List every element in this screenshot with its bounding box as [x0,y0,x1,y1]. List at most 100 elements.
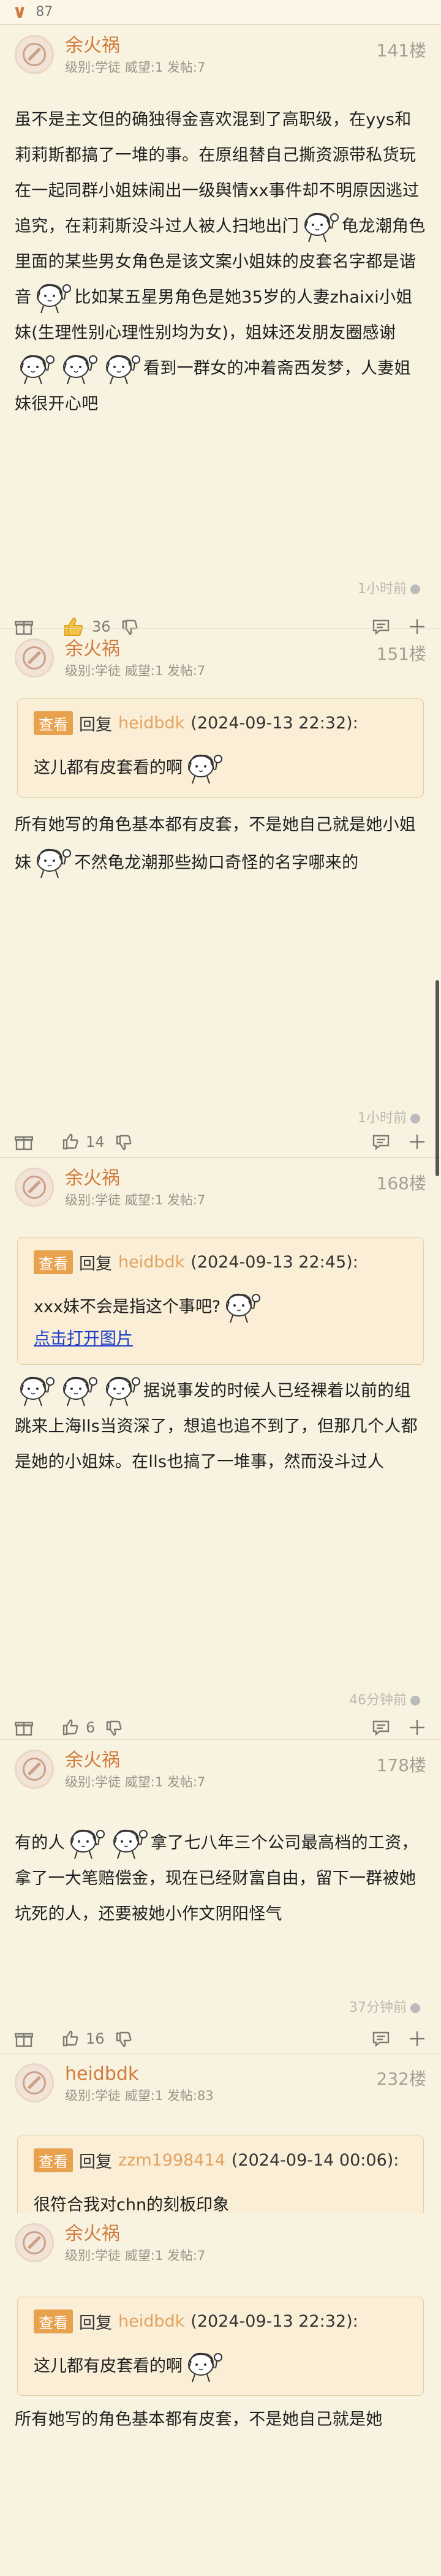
open-image-link[interactable]: 点击打开图片 [34,1325,407,1353]
thumbs-up-icon [62,1133,78,1150]
author-meta: 级别:学徒 威望:1 发帖:7 [65,663,206,678]
thumbs-up-icon [62,1719,78,1736]
scrollbar[interactable] [435,980,439,1176]
post-168: 余火祸 级别:学徒 威望:1 发帖:7 168楼 查看 回复 heidbdk (… [0,1157,441,1739]
sticker-emoji [300,210,341,244]
gift-icon[interactable] [15,1133,33,1151]
gift-icon[interactable] [15,1718,33,1737]
like-button[interactable]: 16 [61,2030,105,2048]
author-name[interactable]: 余火祸 [65,2222,205,2246]
sticker-emoji [222,1291,262,1325]
avatar[interactable] [15,2063,54,2102]
floor-number: 178楼 [376,1755,426,1775]
top-strip: ∨ 87 [0,0,441,25]
like-count: 14 [86,1133,105,1150]
post-text: 有的人 [15,1834,65,1853]
top-count: 87 [36,4,53,20]
floor-number: 141楼 [376,40,426,61]
author-meta: 级别:学徒 威望:1 发帖:7 [65,2248,206,2263]
post-text: 不然龟龙潮那些拗口奇怪的名字哪来的 [74,853,359,872]
author-name[interactable]: 余火祸 [65,1166,205,1191]
sticker-emoji [16,1374,56,1408]
post-141: 余火祸 级别:学徒 威望:1 发帖:7 141楼 虽不是主文但的确独得金喜欢混到… [0,25,441,636]
avatar[interactable] [15,1750,54,1789]
comment-icon[interactable] [371,1718,391,1737]
thumbs-up-icon [62,2030,78,2047]
author-name[interactable]: heidbdk [65,2062,214,2087]
post-text: 所有她写的角色基本都有皮套，不是她自己就是她 [15,2409,383,2429]
sticker-emoji [32,281,73,315]
quoted-user[interactable]: heidbdk [118,2312,184,2331]
sticker-emoji [102,1374,142,1408]
quote-time: (2024-09-14 00:06): [231,2151,399,2170]
avatar[interactable] [15,35,54,74]
quote-text: 这儿都有皮套看的啊 [34,2349,407,2384]
quote-time: (2024-09-13 22:32): [190,714,358,733]
plus-icon[interactable] [408,1718,426,1737]
thumbs-down-icon[interactable] [115,1133,133,1151]
plus-icon[interactable] [408,2030,426,2048]
reply-label: 回复 [79,1255,112,1274]
post-text: 比如某五星男角色是她35岁的人妻zhaixi小姐妹(生理性别心理性别均为女)，姐… [15,288,413,342]
quote-time: (2024-09-13 22:32): [190,2312,358,2331]
quote-text: 这儿都有皮套看的啊 [34,751,407,786]
author-meta: 级别:学徒 威望:1 发帖:83 [65,2088,214,2103]
like-icon[interactable]: ∨ [12,1,27,23]
post-178: 余火祸 级别:学徒 威望:1 发帖:7 178楼 有的人 拿了七八年三个公司最高… [0,1739,441,2053]
like-count: 6 [86,1719,96,1736]
quote-block: 查看 回复 heidbdk (2024-09-13 22:32): 这儿都有皮套… [17,2297,424,2396]
quote-time: (2024-09-13 22:45): [190,1253,358,1272]
action-bar: 14 [15,1122,426,1161]
post-overlap: 余火祸 级别:学徒 威望:1 发帖:7 查看 回复 heidbdk (2024-… [0,2213,441,2575]
author-name[interactable]: 余火祸 [65,637,205,662]
floor-number: 232楼 [376,2069,426,2089]
sticker-emoji [59,1374,99,1408]
comment-icon[interactable] [371,1132,391,1152]
sticker-emoji [59,352,99,387]
post-body: 所有她写的角色基本都有皮套，不是她自己就是她 [15,2402,426,2438]
avatar[interactable] [15,638,54,678]
author-name[interactable]: 余火祸 [65,1748,205,1773]
view-chip[interactable]: 查看 [34,1250,73,1274]
reply-label: 回复 [79,716,112,735]
post-151: 余火祸 级别:学徒 威望:1 发帖:7 151楼 查看 回复 heidbdk (… [0,628,441,1157]
floor-number: 168楼 [376,1173,426,1193]
quoted-user[interactable]: heidbdk [118,714,184,733]
avatar[interactable] [15,1168,54,1207]
author-meta: 级别:学徒 威望:1 发帖:7 [65,1193,206,1207]
quote-block: 查看 回复 heidbdk (2024-09-13 22:45): xxx妹不会… [17,1237,424,1365]
reply-label: 回复 [79,2314,112,2333]
comment-icon[interactable] [371,2029,391,2049]
quoted-user[interactable]: zzm1998414 [118,2151,225,2170]
quote-text: xxx妹不会是指这个事吧? [34,1290,407,1325]
sticker-emoji [32,846,73,880]
view-chip[interactable]: 查看 [34,2310,73,2333]
like-button[interactable]: 14 [61,1133,105,1151]
post-body: 虽不是主文但的确独得金喜欢混到了高职级，在yys和莉莉斯都搞了一堆的事。在原组替… [15,102,426,422]
sticker-emoji [109,1827,149,1861]
sticker-emoji [16,352,56,387]
post-body: 所有她写的角色基本都有皮套，不是她自己就是她小姐妹 不然龟龙潮那些拗口奇怪的名字… [15,806,426,882]
like-button[interactable]: 6 [61,1718,95,1737]
sticker-emoji [66,1827,107,1861]
author-meta: 级别:学徒 威望:1 发帖:7 [65,60,206,75]
like-count: 16 [86,2030,105,2047]
reply-label: 回复 [79,2153,112,2172]
view-chip[interactable]: 查看 [34,2148,73,2172]
sticker-emoji [102,352,142,387]
post-time: 1小时前 [15,573,426,605]
quoted-user[interactable]: heidbdk [118,1253,184,1272]
quote-block: 查看 回复 heidbdk (2024-09-13 22:32): 这儿都有皮套… [17,698,424,798]
floor-number: 151楼 [376,644,426,664]
gift-icon[interactable] [15,2030,33,2048]
author-name[interactable]: 余火祸 [65,34,205,58]
plus-icon[interactable] [408,1133,426,1151]
post-body: 据说事发的时候人已经裸着以前的组跳来上海lls当资深了，想追也追不到了，但那几个… [15,1373,426,1480]
thumbs-down-icon[interactable] [115,2030,133,2048]
sticker-emoji [184,752,224,786]
thumbs-down-icon[interactable] [105,1718,123,1737]
view-chip[interactable]: 查看 [34,711,73,735]
avatar[interactable] [15,2223,54,2262]
post-body: 有的人 拿了七八年三个公司最高档的工资，拿了一大笔赔偿金，现在已经财富自由，留下… [15,1826,426,1932]
sticker-emoji [184,2350,224,2384]
